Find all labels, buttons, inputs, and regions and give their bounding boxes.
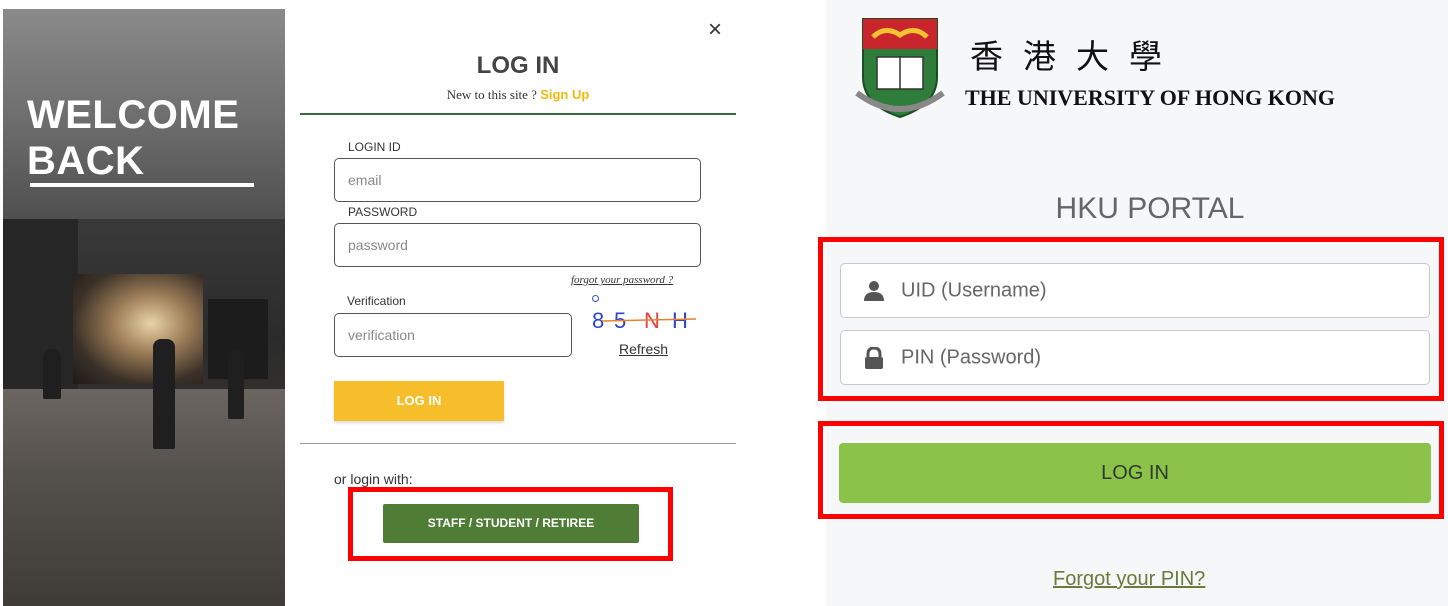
hku-portal-title: HKU PORTAL	[1055, 192, 1245, 225]
hku-chinese-name: 香港大學	[970, 37, 1182, 76]
hero-visitor	[43, 349, 61, 399]
captcha-char: H	[672, 308, 688, 333]
welcome-line-2: BACK	[27, 139, 145, 183]
login-title: LOG IN	[476, 52, 560, 79]
welcome-underline	[30, 183, 254, 187]
login-id-label: LOGIN ID	[348, 140, 401, 154]
crest-logo	[855, 18, 945, 119]
section-divider	[300, 443, 736, 444]
verification-input[interactable]: verification	[334, 313, 572, 357]
title-divider	[300, 113, 736, 115]
signup-prompt-text: New to this site ?	[446, 87, 541, 102]
captcha-refresh-link[interactable]: Refresh	[619, 341, 668, 357]
verification-label: Verification	[347, 294, 406, 308]
hero-visitor	[228, 349, 244, 419]
captcha-image: 8 5 N H	[592, 308, 697, 333]
hero-visitor	[153, 339, 175, 449]
hero-projection-screen	[73, 274, 203, 384]
password-input[interactable]: password	[334, 223, 701, 267]
verification-placeholder: verification	[348, 327, 415, 343]
captcha-dot	[592, 295, 599, 302]
welcome-heading: WELCOME BACK	[27, 92, 267, 184]
signup-link[interactable]: Sign Up	[540, 87, 589, 102]
welcome-line-1: WELCOME	[27, 93, 240, 137]
password-label: PASSWORD	[348, 205, 418, 219]
forgot-password-link[interactable]: forgot your password ?	[571, 274, 673, 286]
forgot-pin-link[interactable]: Forgot your PIN?	[1053, 568, 1205, 591]
hku-english-name: THE UNIVERSITY OF HONG KONG	[965, 85, 1335, 110]
highlight-box-credentials	[818, 237, 1444, 401]
highlight-box-staff	[348, 487, 673, 561]
login-id-placeholder: email	[348, 172, 382, 188]
or-login-with-text: or login with:	[334, 471, 413, 487]
hero-floor	[3, 389, 285, 606]
signup-prompt: New to this site ? Sign Up	[300, 87, 736, 103]
close-icon[interactable]: ×	[708, 18, 722, 42]
login-button[interactable]: LOG IN	[334, 381, 504, 421]
password-placeholder: password	[348, 237, 408, 253]
login-id-input[interactable]: email	[334, 158, 701, 202]
highlight-box-login	[818, 421, 1444, 519]
